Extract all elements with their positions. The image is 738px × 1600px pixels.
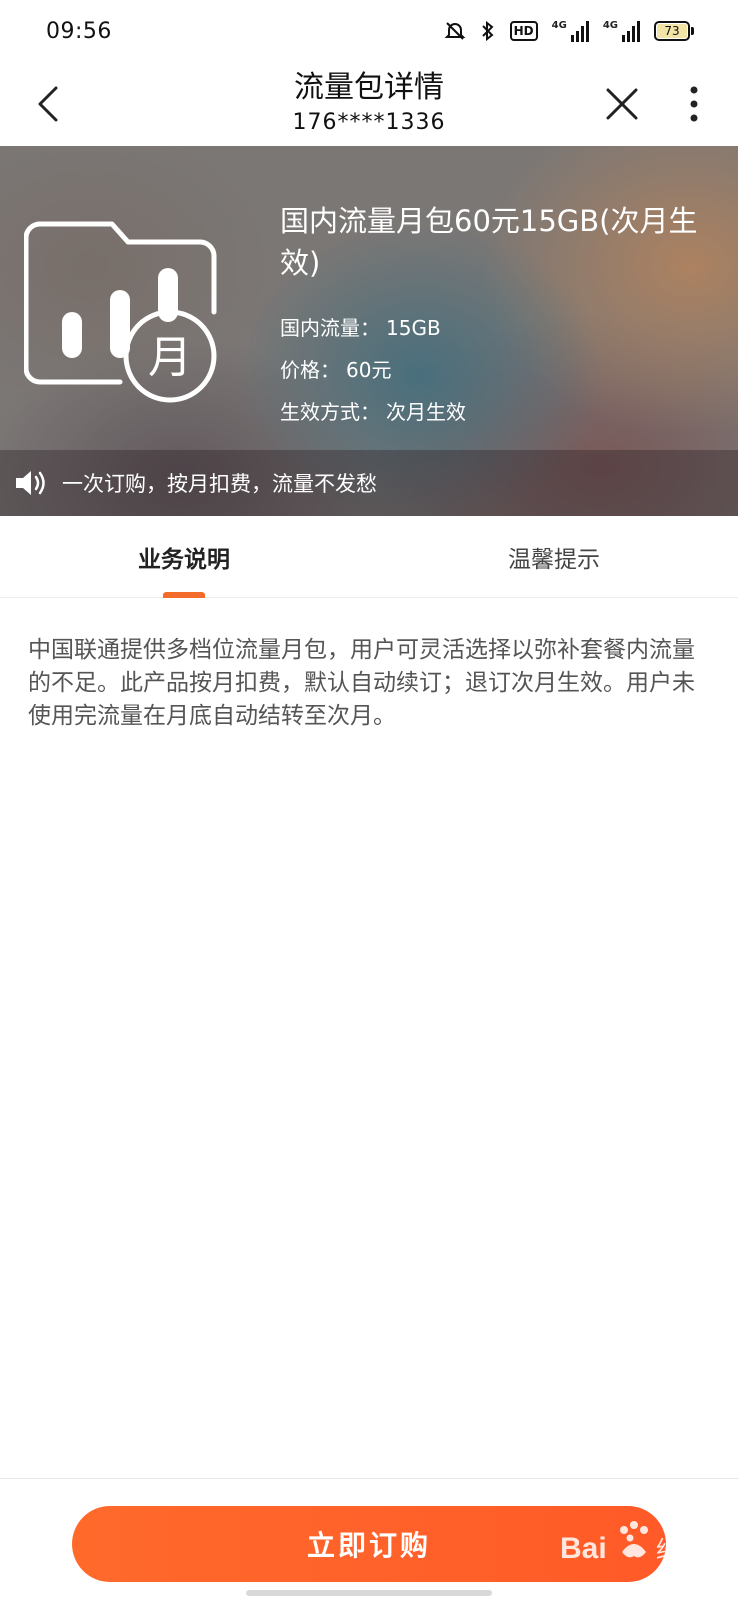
battery-icon: 73 xyxy=(654,21,694,41)
network-type: 4G xyxy=(551,20,567,31)
phone-number: 176****1336 xyxy=(292,110,446,135)
monthly-data-folder-icon: 月 xyxy=(24,221,217,403)
signal-strength-icon-2: 4G xyxy=(603,20,640,42)
nav-title-area: 流量包详情 176****1336 xyxy=(150,68,588,138)
info-price: 价格： 60元 xyxy=(280,354,720,383)
battery-level: 73 xyxy=(657,24,687,38)
info-effective-mode: 生效方式： 次月生效 xyxy=(280,396,720,425)
signal-strength-icon: 4G xyxy=(552,20,589,42)
status-time: 09:56 xyxy=(46,18,112,44)
notice-bar: 一次订购，按月扣费，流量不发愁 xyxy=(0,450,738,516)
network-type-2: 4G xyxy=(602,20,618,31)
speaker-icon xyxy=(16,471,45,495)
baidu-watermark-logo: Bai 经验 xyxy=(560,1521,704,1565)
bottom-divider xyxy=(0,1478,738,1479)
bluetooth-icon xyxy=(480,20,496,42)
more-button[interactable] xyxy=(676,82,712,126)
month-icon-label: 月 xyxy=(148,332,192,383)
hd-badge: HD xyxy=(509,21,538,41)
info-label: 国内流量： xyxy=(280,316,380,340)
back-button[interactable] xyxy=(28,80,72,128)
home-indicator[interactable] xyxy=(246,1590,492,1596)
page-title: 流量包详情 xyxy=(294,70,444,105)
info-value: 60元 xyxy=(346,358,392,382)
nav-bar: 流量包详情 176****1336 xyxy=(0,62,738,146)
tab-tips[interactable]: 温馨提示 xyxy=(444,516,664,598)
info-label: 价格： xyxy=(280,358,340,382)
active-tab-indicator xyxy=(163,592,205,598)
info-value: 次月生效 xyxy=(386,400,466,424)
info-label: 生效方式： xyxy=(280,400,380,424)
more-vertical-icon xyxy=(690,86,698,122)
close-button[interactable] xyxy=(600,82,644,126)
product-banner: 月 国内流量月包60元15GB(次月生效) 国内流量： 15GB 价格： 60元 生… xyxy=(0,146,738,516)
chevron-left-icon xyxy=(38,86,58,122)
tab-bar: 业务说明 温馨提示 xyxy=(0,516,738,598)
notice-text: 一次订购，按月扣费，流量不发愁 xyxy=(62,472,377,496)
svg-text:Bai: Bai xyxy=(560,1532,607,1565)
close-icon xyxy=(606,88,638,120)
watermark-url: jingyan.baidu.com xyxy=(618,1582,720,1595)
svg-text:经验: 经验 xyxy=(656,1536,704,1564)
info-value: 15GB xyxy=(386,316,441,340)
service-description-text: 中国联通提供多档位流量月包，用户可灵活选择以弥补套餐内流量的不足。此产品按月扣费… xyxy=(28,637,695,729)
mute-bell-icon xyxy=(444,20,466,42)
info-domestic-data: 国内流量： 15GB xyxy=(280,312,720,341)
status-bar: 09:56 HD 4G 4G 73 xyxy=(0,0,738,62)
product-title: 国内流量月包60元15GB(次月生效) xyxy=(280,204,698,280)
status-icons: HD 4G 4G 73 xyxy=(444,20,694,42)
tab-service-description[interactable]: 业务说明 xyxy=(74,516,294,598)
